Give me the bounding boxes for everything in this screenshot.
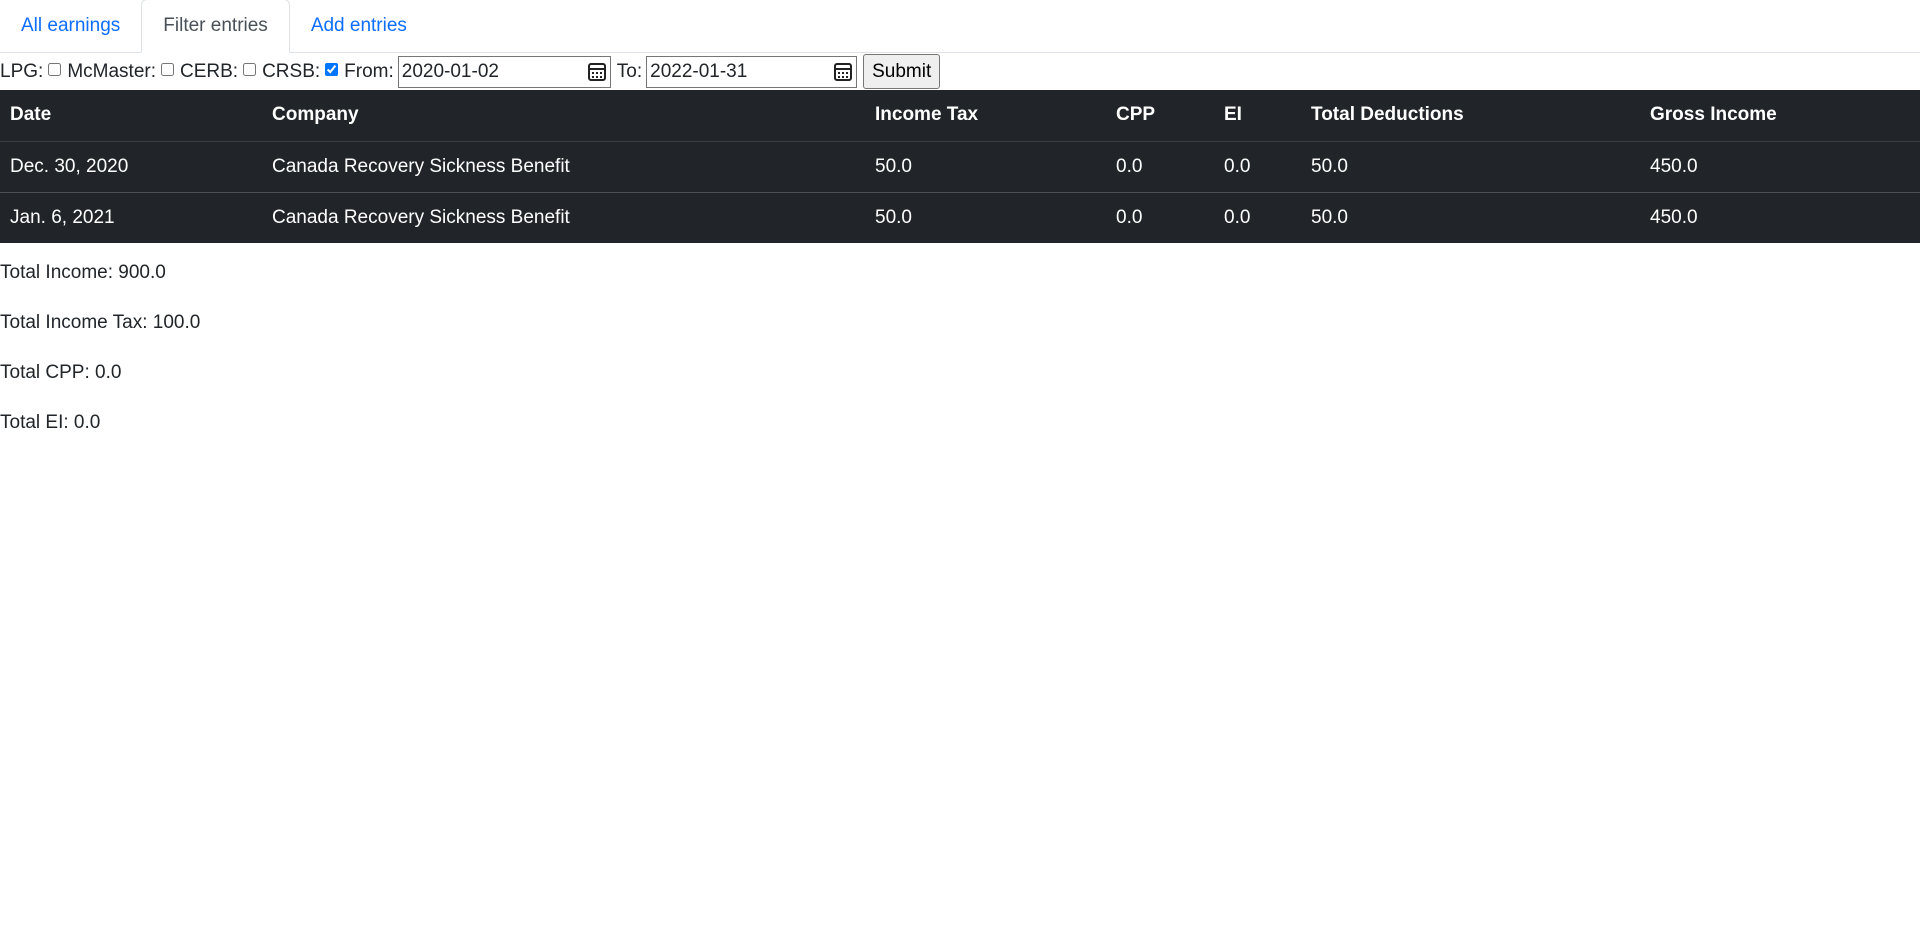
header-date: Date	[0, 90, 262, 142]
from-label: From:	[344, 60, 394, 82]
tab-all-earnings[interactable]: All earnings	[0, 0, 141, 52]
cell-ei: 0.0	[1224, 155, 1251, 177]
cell-gross-income: 450.0	[1650, 155, 1698, 177]
header-income-tax: Income Tax	[865, 90, 1106, 142]
table-header-row: Date Company Income Tax CPP EI Total Ded…	[0, 90, 1920, 142]
cell-company: Canada Recovery Sickness Benefit	[272, 206, 570, 228]
totals-section: Total Income: 900.0 Total Income Tax: 10…	[0, 248, 1920, 448]
to-date-value: 2022-01-31	[650, 60, 748, 82]
from-date-input[interactable]: 2020-01-02	[397, 55, 611, 88]
mcmaster-checkbox[interactable]	[161, 63, 174, 76]
header-cpp: CPP	[1106, 90, 1214, 142]
lpg-checkbox[interactable]	[48, 63, 62, 76]
cell-cpp: 0.0	[1116, 155, 1143, 177]
table-row: Dec. 30, 2020 Canada Recovery Sickness B…	[0, 141, 1920, 192]
from-date-value: 2020-01-02	[401, 60, 499, 82]
tab-add-entries[interactable]: Add entries	[290, 0, 428, 52]
cell-date: Dec. 30, 2020	[10, 155, 129, 177]
crsb-checkbox[interactable]	[325, 63, 339, 76]
cell-cpp: 0.0	[1116, 206, 1143, 228]
cerb-label: CERB:	[180, 60, 239, 82]
cell-date: Jan. 6, 2021	[10, 206, 115, 228]
table-row: Jan. 6, 2021 Canada Recovery Sickness Be…	[0, 192, 1920, 243]
header-company: Company	[262, 90, 865, 142]
total-cpp: Total CPP: 0.0	[0, 362, 122, 383]
filter-form: LPG: McMaster: CERB: CRSB: From: 2020-01…	[0, 53, 1920, 90]
lpg-label: LPG:	[0, 60, 44, 82]
cell-ei: 0.0	[1224, 206, 1251, 228]
total-ei: Total EI: 0.0	[0, 412, 101, 433]
total-income: Total Income: 900.0	[0, 262, 166, 283]
cell-total-deductions: 50.0	[1311, 206, 1348, 228]
header-total-deductions: Total Deductions	[1301, 90, 1640, 142]
header-ei: EI	[1214, 90, 1301, 142]
total-income-tax: Total Income Tax: 100.0	[0, 312, 201, 333]
cell-income-tax: 50.0	[875, 155, 912, 177]
nav-tabs: All earnings Filter entries Add entries	[0, 0, 1920, 53]
tab-filter-entries[interactable]: Filter entries	[141, 0, 290, 53]
calendar-icon[interactable]	[834, 62, 853, 81]
cell-company: Canada Recovery Sickness Benefit	[272, 155, 570, 177]
calendar-icon[interactable]	[587, 62, 606, 81]
cerb-checkbox[interactable]	[243, 63, 257, 76]
to-date-input[interactable]: 2022-01-31	[646, 55, 858, 88]
crsb-label: CRSB:	[262, 60, 321, 82]
submit-button[interactable]: Submit	[863, 54, 941, 89]
cell-gross-income: 450.0	[1650, 206, 1698, 228]
to-label: To:	[616, 60, 643, 82]
mcmaster-label: McMaster:	[67, 60, 156, 82]
header-gross-income: Gross Income	[1640, 90, 1920, 142]
cell-income-tax: 50.0	[875, 206, 912, 228]
cell-total-deductions: 50.0	[1311, 155, 1348, 177]
earnings-table: Date Company Income Tax CPP EI Total Ded…	[0, 90, 1920, 243]
